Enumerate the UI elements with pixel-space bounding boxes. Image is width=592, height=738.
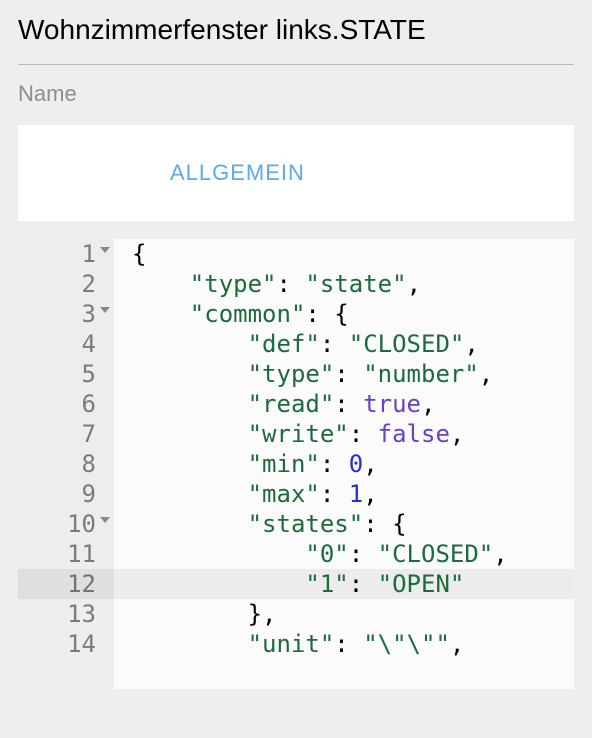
token-colon: : [349, 570, 378, 598]
token-str: "CLOSED" [378, 540, 494, 568]
token-colon: : [363, 510, 392, 538]
gutter-line: 11 [18, 539, 96, 569]
gutter-line: 14 [18, 629, 96, 659]
token-colon: : [305, 300, 334, 328]
token-str: "\"\"" [363, 630, 450, 658]
token-key: "0" [305, 540, 348, 568]
name-field-label: Name [18, 81, 574, 107]
token-brace: } [248, 600, 262, 628]
token-comma: , [363, 480, 377, 508]
fold-toggle-icon[interactable] [100, 307, 110, 313]
token-comma: , [407, 270, 421, 298]
gutter-line: 1 [18, 239, 96, 269]
code-line[interactable]: "write": false, [132, 419, 574, 449]
gutter-line: 2 [18, 269, 96, 299]
token-colon: : [334, 630, 363, 658]
code-line[interactable]: "unit": "\"\"", [132, 629, 574, 659]
code-line[interactable]: { [132, 239, 574, 269]
token-key: "common" [190, 300, 306, 328]
gutter-line: 5 [18, 359, 96, 389]
code-line[interactable]: "max": 1, [132, 479, 574, 509]
editor-gutter: 1234567891011121314 [18, 239, 114, 689]
token-colon: : [320, 450, 349, 478]
token-comma: , [464, 330, 478, 358]
token-colon: : [320, 330, 349, 358]
token-str: "CLOSED" [349, 330, 465, 358]
token-colon: : [334, 390, 363, 418]
token-str: "number" [363, 360, 479, 388]
fold-toggle-icon[interactable] [100, 247, 110, 253]
gutter-line: 10 [18, 509, 96, 539]
token-str: "state" [305, 270, 406, 298]
code-editor[interactable]: 1234567891011121314 { "type": "state", "… [18, 239, 574, 689]
token-comma: , [493, 540, 507, 568]
code-line[interactable]: "def": "CLOSED", [132, 329, 574, 359]
tab-allgemein[interactable]: ALLGEMEIN [170, 160, 305, 186]
gutter-line: 7 [18, 419, 96, 449]
gutter-line: 8 [18, 449, 96, 479]
gutter-line: 6 [18, 389, 96, 419]
token-key: "unit" [248, 630, 335, 658]
editor-code[interactable]: { "type": "state", "common": { "def": "C… [114, 239, 574, 689]
tab-bar: ALLGEMEIN [18, 125, 574, 221]
divider [18, 64, 574, 65]
token-str: "OPEN" [378, 570, 465, 598]
code-line[interactable]: "states": { [132, 509, 574, 539]
token-key: "max" [248, 480, 320, 508]
code-line[interactable]: "type": "state", [132, 269, 574, 299]
token-comma: , [262, 600, 276, 628]
gutter-line: 9 [18, 479, 96, 509]
gutter-line: 13 [18, 599, 96, 629]
token-colon: : [349, 420, 378, 448]
gutter-line: 4 [18, 329, 96, 359]
gutter-line: 3 [18, 299, 96, 329]
token-brace: { [334, 300, 348, 328]
token-num: 1 [349, 480, 363, 508]
token-colon: : [334, 360, 363, 388]
token-brace: { [392, 510, 406, 538]
token-key: "read" [248, 390, 335, 418]
code-line[interactable]: "type": "number", [132, 359, 574, 389]
token-comma: , [450, 420, 464, 448]
code-line[interactable]: "read": true, [132, 389, 574, 419]
token-brace: { [132, 240, 146, 268]
fold-toggle-icon[interactable] [100, 517, 110, 523]
code-line[interactable]: "common": { [132, 299, 574, 329]
token-key: "type" [190, 270, 277, 298]
token-key: "min" [248, 450, 320, 478]
token-key: "states" [248, 510, 364, 538]
token-num: 0 [349, 450, 363, 478]
token-colon: : [277, 270, 306, 298]
token-comma: , [479, 360, 493, 388]
token-key: "type" [248, 360, 335, 388]
token-key: "1" [305, 570, 348, 598]
page-title: Wohnzimmerfenster links.STATE [18, 14, 574, 46]
token-colon: : [320, 480, 349, 508]
code-line[interactable]: }, [132, 599, 574, 629]
token-colon: : [349, 540, 378, 568]
code-line[interactable]: "0": "CLOSED", [132, 539, 574, 569]
token-key: "write" [248, 420, 349, 448]
token-key: "def" [248, 330, 320, 358]
token-true: true [363, 390, 421, 418]
token-comma: , [421, 390, 435, 418]
token-false: false [378, 420, 450, 448]
code-line[interactable]: "min": 0, [132, 449, 574, 479]
token-comma: , [450, 630, 464, 658]
token-comma: , [363, 450, 377, 478]
